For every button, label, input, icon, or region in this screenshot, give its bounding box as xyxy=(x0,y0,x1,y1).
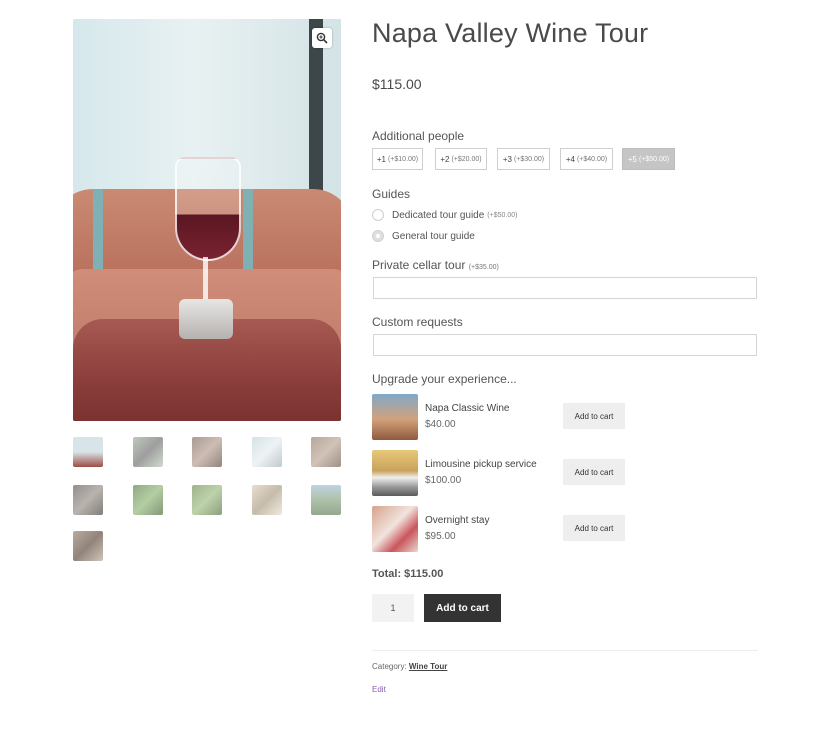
add-to-cart-button[interactable]: Add to cart xyxy=(424,594,501,622)
gallery-thumbnail[interactable] xyxy=(192,437,222,467)
upsell-name[interactable]: Overnight stay xyxy=(425,515,489,526)
product-category: Category: Wine Tour xyxy=(372,662,447,671)
gallery-thumbnail[interactable] xyxy=(73,437,103,467)
guide-option-extra: (+$50.00) xyxy=(487,211,518,219)
upsell-name[interactable]: Limousine pickup service xyxy=(425,459,537,470)
people-option-label: +5 xyxy=(627,154,637,164)
additional-people-label: Additional people xyxy=(372,129,465,143)
people-option-label: +4 xyxy=(565,154,575,164)
upgrade-label: Upgrade your experience... xyxy=(372,372,517,386)
people-option-extra: (+$30.00) xyxy=(513,155,545,163)
upsell-image[interactable] xyxy=(372,506,418,552)
upsell-item: Napa Classic Wine $40.00 Add to cart xyxy=(372,394,632,440)
people-option-3[interactable]: +3 (+$30.00) xyxy=(497,148,550,170)
people-option-label: +2 xyxy=(440,154,450,164)
private-cellar-label: Private cellar tour (+$35.00) xyxy=(372,258,499,272)
upsell-name[interactable]: Napa Classic Wine xyxy=(425,403,509,414)
guide-option-general[interactable]: General tour guide xyxy=(372,230,475,242)
custom-requests-input[interactable] xyxy=(373,334,757,356)
people-option-5[interactable]: +5 (+$50.00) xyxy=(622,148,675,170)
quantity-input[interactable]: 1 xyxy=(372,594,414,622)
private-cellar-input[interactable] xyxy=(373,277,757,299)
edit-link[interactable]: Edit xyxy=(372,685,386,694)
upsell-image[interactable] xyxy=(372,394,418,440)
people-option-extra: (+$10.00) xyxy=(387,155,419,163)
zoom-in-icon[interactable] xyxy=(312,28,332,48)
upsell-add-to-cart-button[interactable]: Add to cart xyxy=(563,403,625,429)
radio-button[interactable] xyxy=(372,209,384,221)
product-main-image[interactable] xyxy=(73,19,341,421)
gallery-thumbnail[interactable] xyxy=(133,437,163,467)
gallery-thumbnail[interactable] xyxy=(192,485,222,515)
upsell-price: $40.00 xyxy=(425,419,456,430)
upsell-add-to-cart-button[interactable]: Add to cart xyxy=(563,459,625,485)
upsell-price: $95.00 xyxy=(425,531,456,542)
upsell-item: Overnight stay $95.00 Add to cart xyxy=(372,506,632,552)
people-option-2[interactable]: +2 (+$20.00) xyxy=(435,148,487,170)
radio-button[interactable] xyxy=(372,230,384,242)
gallery-thumbnail[interactable] xyxy=(311,437,341,467)
gallery-thumbnail[interactable] xyxy=(73,531,103,561)
private-cellar-extra: (+$35.00) xyxy=(468,264,499,271)
people-option-extra: (+$50.00) xyxy=(638,155,670,163)
upsell-price: $100.00 xyxy=(425,475,462,486)
image-glass-base xyxy=(179,299,233,339)
category-link[interactable]: Wine Tour xyxy=(409,662,447,671)
people-option-extra: (+$20.00) xyxy=(451,155,482,163)
guides-label: Guides xyxy=(372,187,411,201)
divider xyxy=(372,650,758,651)
custom-requests-label: Custom requests xyxy=(372,315,463,329)
people-option-label: +1 xyxy=(376,154,386,164)
people-option-1[interactable]: +1 (+$10.00) xyxy=(372,148,423,170)
category-label: Category: xyxy=(372,662,407,671)
product-title: Napa Valley Wine Tour xyxy=(372,18,649,48)
guide-option-dedicated[interactable]: Dedicated tour guide (+$50.00) xyxy=(372,209,517,221)
gallery-thumbnail[interactable] xyxy=(252,485,282,515)
people-option-4[interactable]: +4 (+$40.00) xyxy=(560,148,613,170)
upsell-item: Limousine pickup service $100.00 Add to … xyxy=(372,450,632,496)
gallery-thumbnail[interactable] xyxy=(133,485,163,515)
upsell-image[interactable] xyxy=(372,450,418,496)
private-cellar-label-text: Private cellar tour xyxy=(372,258,466,272)
upsell-add-to-cart-button[interactable]: Add to cart xyxy=(563,515,625,541)
people-option-label: +3 xyxy=(502,154,512,164)
gallery-thumbnail[interactable] xyxy=(311,485,341,515)
people-option-extra: (+$40.00) xyxy=(576,155,608,163)
image-wine-glass xyxy=(175,157,241,261)
gallery-thumbnail[interactable] xyxy=(73,485,103,515)
order-total: Total: $115.00 xyxy=(372,568,444,580)
product-price: $115.00 xyxy=(372,76,422,92)
gallery-thumbnail[interactable] xyxy=(252,437,282,467)
guide-option-label: General tour guide xyxy=(392,230,475,242)
guide-option-label: Dedicated tour guide xyxy=(392,209,485,221)
